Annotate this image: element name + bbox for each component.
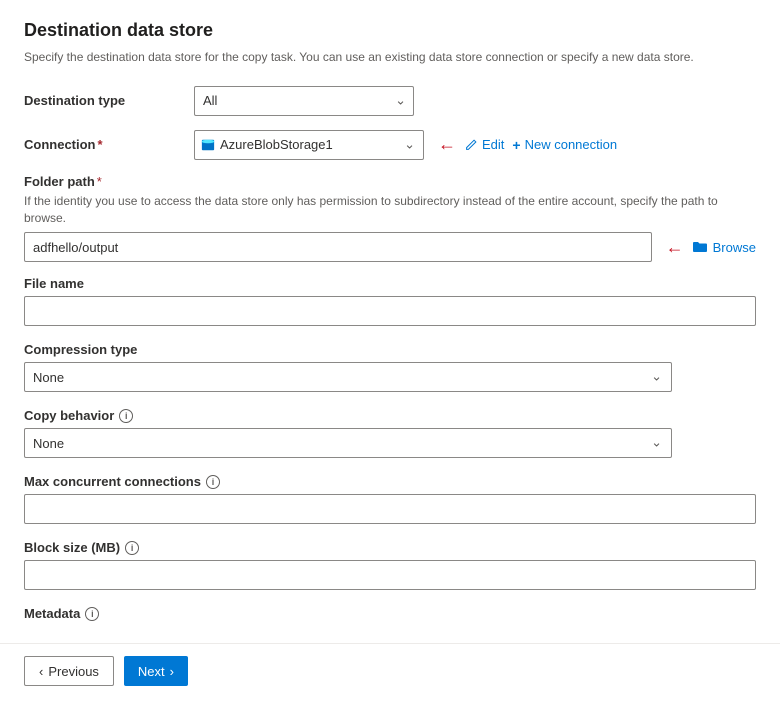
page-title: Destination data store [24, 20, 756, 41]
destination-type-label: Destination type [24, 93, 194, 108]
previous-chevron-icon: ‹ [39, 664, 43, 679]
compression-type-select-wrapper: None GZip Deflate BZip2 ZipDeflate Snapp… [24, 362, 672, 392]
new-connection-button[interactable]: + New connection [512, 137, 617, 153]
max-concurrent-connections-block: Max concurrent connections i [24, 474, 756, 524]
block-size-info-icon: i [125, 541, 139, 555]
pencil-icon [464, 138, 478, 152]
metadata-info-icon: i [85, 607, 99, 621]
connection-required-star: * [98, 137, 103, 152]
copy-behavior-select[interactable]: None FlattenHierarchy MergeFiles Preserv… [24, 428, 672, 458]
connection-row: Connection* AzureBlobStorage1 ← [24, 130, 756, 160]
copy-behavior-block: Copy behavior i None FlattenHierarchy Me… [24, 408, 756, 458]
destination-type-control: All Azure Blob Storage Azure Data Lake A… [194, 86, 756, 116]
compression-type-block: Compression type None GZip Deflate BZip2… [24, 342, 756, 392]
destination-type-select-wrapper: All Azure Blob Storage Azure Data Lake A… [194, 86, 414, 116]
max-concurrent-connections-input[interactable] [24, 494, 756, 524]
folder-path-section: Folder path * If the identity you use to… [24, 174, 756, 263]
blob-storage-icon [201, 138, 215, 152]
edit-connection-button[interactable]: Edit [464, 137, 504, 152]
max-concurrent-info-icon: i [206, 475, 220, 489]
block-size-label: Block size (MB) i [24, 540, 756, 555]
metadata-block: Metadata i [24, 606, 756, 621]
browse-button[interactable]: Browse [692, 239, 756, 255]
folder-path-input[interactable] [24, 232, 652, 262]
folder-path-required-star: * [97, 174, 102, 189]
block-size-block: Block size (MB) i [24, 540, 756, 590]
next-button[interactable]: Next › [124, 656, 188, 686]
folder-path-red-arrow: ← [666, 237, 684, 258]
compression-type-label: Compression type [24, 342, 756, 357]
connection-red-arrow: ← [438, 134, 456, 155]
folder-path-label: Folder path [24, 174, 95, 189]
compression-type-select[interactable]: None GZip Deflate BZip2 ZipDeflate Snapp… [24, 362, 672, 392]
destination-type-select[interactable]: All Azure Blob Storage Azure Data Lake A… [194, 86, 414, 116]
plus-icon: + [512, 137, 520, 153]
copy-behavior-info-icon: i [119, 409, 133, 423]
previous-button[interactable]: ‹ Previous [24, 656, 114, 686]
connection-control-wrapper: AzureBlobStorage1 ← Edit + New connectio… [194, 130, 617, 160]
folder-path-label-row: Folder path * [24, 174, 756, 189]
copy-behavior-select-wrapper: None FlattenHierarchy MergeFiles Preserv… [24, 428, 672, 458]
next-chevron-icon: › [170, 664, 174, 679]
connection-dropdown-wrapper: AzureBlobStorage1 [194, 130, 424, 160]
folder-icon [692, 239, 708, 255]
block-size-input[interactable] [24, 560, 756, 590]
file-name-label: File name [24, 276, 756, 291]
connection-label: Connection* [24, 137, 194, 152]
file-name-input[interactable] [24, 296, 756, 326]
destination-type-row: Destination type All Azure Blob Storage … [24, 86, 756, 116]
copy-behavior-label: Copy behavior i [24, 408, 756, 423]
file-name-block: File name [24, 276, 756, 326]
folder-path-description: If the identity you use to access the da… [24, 193, 756, 227]
footer: ‹ Previous Next › [0, 643, 780, 698]
connection-dropdown[interactable]: AzureBlobStorage1 [194, 130, 424, 160]
max-concurrent-connections-label: Max concurrent connections i [24, 474, 756, 489]
metadata-label: Metadata i [24, 606, 756, 621]
page-subtitle: Specify the destination data store for t… [24, 49, 756, 66]
folder-path-input-row: ← Browse [24, 232, 756, 262]
